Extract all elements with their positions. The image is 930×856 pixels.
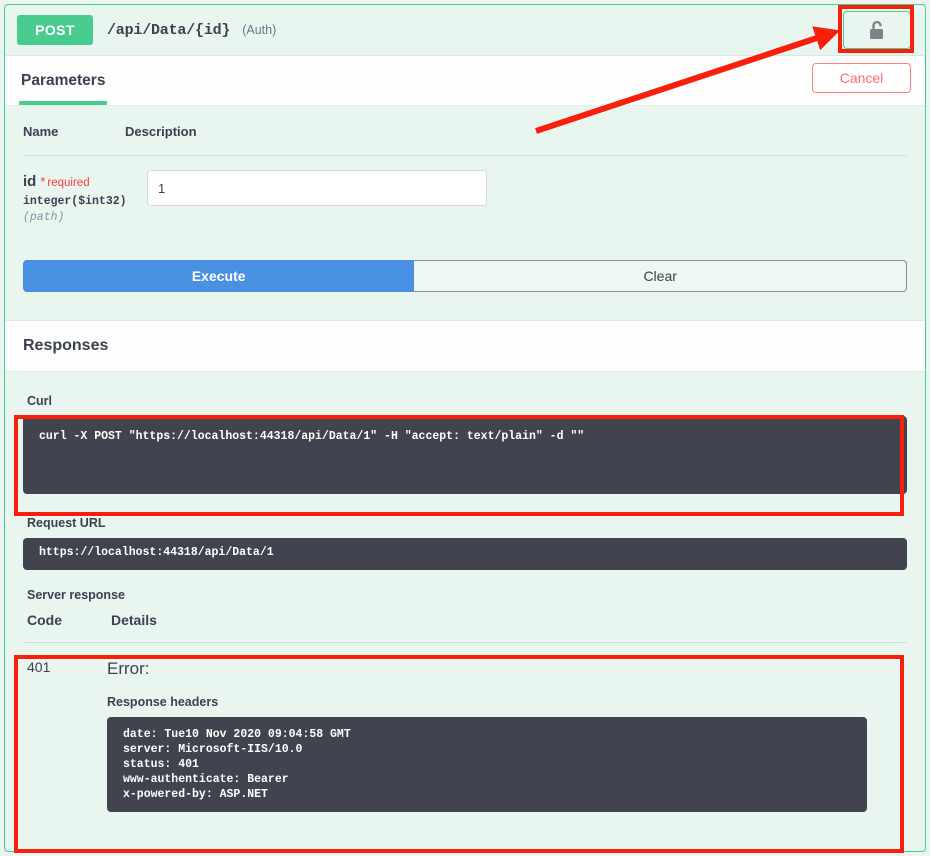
- tab-strip: Parameters Cancel: [5, 55, 925, 106]
- request-url-label: Request URL: [27, 516, 106, 530]
- operation-auth-note: (Auth): [242, 23, 277, 37]
- server-response-table: Code Details 401 Error: Response headers…: [5, 612, 925, 812]
- tab-parameters[interactable]: Parameters: [18, 56, 108, 105]
- clear-button[interactable]: Clear: [414, 260, 907, 292]
- required-asterisk: *: [40, 174, 46, 189]
- response-table-header: Code Details: [23, 612, 907, 643]
- responses-section-header: Responses: [5, 320, 925, 372]
- curl-label: Curl: [27, 394, 52, 408]
- table-row: 401 Error: Response headers date: Tue10 …: [23, 643, 907, 812]
- action-buttons-row: Execute Clear: [23, 260, 907, 292]
- parameter-row-id: id * required integer($int32) (path): [23, 156, 907, 224]
- parameter-name-cell: id * required integer($int32) (path): [23, 170, 127, 224]
- error-text: Error:: [107, 659, 150, 678]
- unlocked-padlock-icon: [870, 20, 883, 39]
- responses-title: Responses: [23, 337, 109, 354]
- curl-command-block[interactable]: curl -X POST "https://localhost:44318/ap…: [23, 416, 907, 494]
- operation-block: POST /api/Data/{id} (Auth) Parameters Ca…: [4, 4, 926, 852]
- request-url-section: Request URL https://localhost:44318/api/…: [5, 516, 925, 602]
- tab-parameters-label: Parameters: [21, 71, 106, 89]
- column-header-details: Details: [111, 612, 157, 628]
- parameters-table-header: Name Description: [23, 124, 907, 156]
- execute-button[interactable]: Execute: [23, 260, 415, 292]
- parameter-type: integer($int32): [23, 195, 127, 208]
- column-header-code: Code: [27, 612, 62, 628]
- parameters-section: Name Description id * required integer($in…: [5, 106, 925, 224]
- response-code: 401: [27, 659, 51, 675]
- response-headers-block: date: Tue10 Nov 2020 09:04:58 GMT server…: [107, 717, 867, 812]
- parameter-location: (path): [23, 211, 65, 224]
- column-header-description: Description: [125, 124, 197, 139]
- parameter-input-cell: [125, 170, 907, 224]
- response-headers-label: Response headers: [107, 695, 219, 709]
- http-method-badge: POST: [17, 15, 93, 45]
- operation-path: /api/Data/{id}: [107, 21, 231, 39]
- required-label: required: [47, 177, 90, 189]
- cancel-button[interactable]: Cancel: [812, 63, 911, 93]
- parameter-name: id: [23, 173, 37, 190]
- column-header-name: Name: [23, 124, 59, 139]
- operation-header[interactable]: POST /api/Data/{id} (Auth): [5, 5, 925, 55]
- curl-section: Curl curl -X POST "https://localhost:443…: [5, 394, 925, 494]
- parameter-id-input[interactable]: [147, 170, 487, 206]
- response-details: Error: Response headers date: Tue10 Nov …: [107, 659, 907, 812]
- request-url-block[interactable]: https://localhost:44318/api/Data/1: [23, 538, 907, 570]
- auth-lock-button[interactable]: [843, 11, 911, 49]
- server-response-label: Server response: [27, 588, 125, 602]
